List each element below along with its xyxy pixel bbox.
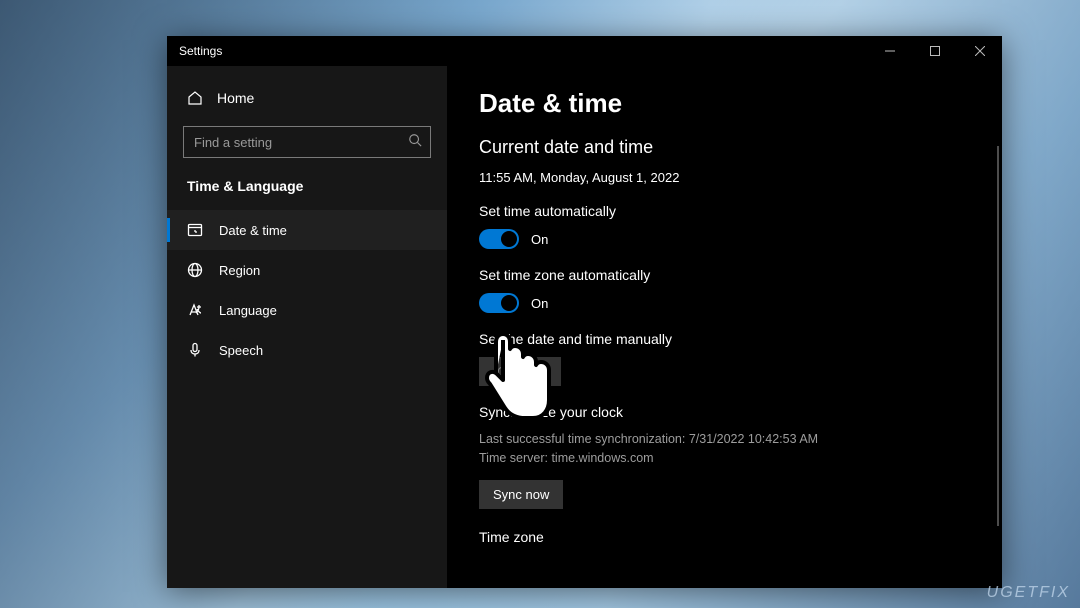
- sidebar-item-label: Date & time: [219, 223, 287, 238]
- maximize-button[interactable]: [912, 36, 957, 66]
- search-box[interactable]: [183, 126, 431, 158]
- sidebar-home-label: Home: [217, 90, 254, 106]
- watermark: UGETFIX: [987, 584, 1070, 602]
- mic-icon: [187, 342, 203, 358]
- sidebar-item-language[interactable]: Language: [167, 290, 447, 330]
- clock-icon: [187, 222, 203, 238]
- settings-window: Settings Home: [167, 36, 1002, 588]
- minimize-button[interactable]: [867, 36, 912, 66]
- sync-server: Time server: time.windows.com: [479, 449, 978, 468]
- sidebar-item-region[interactable]: Region: [167, 250, 447, 290]
- sync-last: Last successful time synchronization: 7/…: [479, 430, 978, 449]
- home-icon: [187, 90, 203, 106]
- section-current-datetime: Current date and time: [479, 137, 978, 158]
- sidebar-home[interactable]: Home: [167, 84, 447, 112]
- timezone-heading: Time zone: [479, 529, 978, 545]
- titlebar[interactable]: Settings: [167, 36, 1002, 66]
- sidebar-item-label: Speech: [219, 343, 263, 358]
- sidebar-item-label: Language: [219, 303, 277, 318]
- set-time-auto-toggle[interactable]: [479, 229, 519, 249]
- close-button[interactable]: [957, 36, 1002, 66]
- scrollbar[interactable]: [997, 146, 999, 526]
- window-title: Settings: [179, 44, 222, 58]
- sync-heading: Synchronize your clock: [479, 404, 978, 420]
- language-icon: [187, 302, 203, 318]
- sidebar-item-date-time[interactable]: Date & time: [167, 210, 447, 250]
- sync-now-button[interactable]: Sync now: [479, 480, 563, 509]
- sync-info: Last successful time synchronization: 7/…: [479, 430, 978, 468]
- set-time-auto-label: Set time automatically: [479, 203, 978, 219]
- set-tz-auto-label: Set time zone automatically: [479, 267, 978, 283]
- globe-icon: [187, 262, 203, 278]
- change-button[interactable]: Change: [479, 357, 561, 386]
- set-tz-auto-toggle[interactable]: [479, 293, 519, 313]
- set-tz-auto-state: On: [531, 296, 548, 311]
- content-area: Date & time Current date and time 11:55 …: [447, 66, 1002, 588]
- page-title: Date & time: [479, 88, 978, 119]
- search-input[interactable]: [194, 135, 408, 150]
- sidebar-item-label: Region: [219, 263, 260, 278]
- search-icon: [408, 133, 422, 152]
- sidebar: Home Time & Language Date & time Reg: [167, 66, 447, 588]
- set-time-auto-state: On: [531, 232, 548, 247]
- sidebar-item-speech[interactable]: Speech: [167, 330, 447, 370]
- current-datetime-value: 11:55 AM, Monday, August 1, 2022: [479, 170, 978, 185]
- window-controls: [867, 36, 1002, 66]
- sidebar-category: Time & Language: [167, 178, 447, 210]
- set-manual-label: Set the date and time manually: [479, 331, 978, 347]
